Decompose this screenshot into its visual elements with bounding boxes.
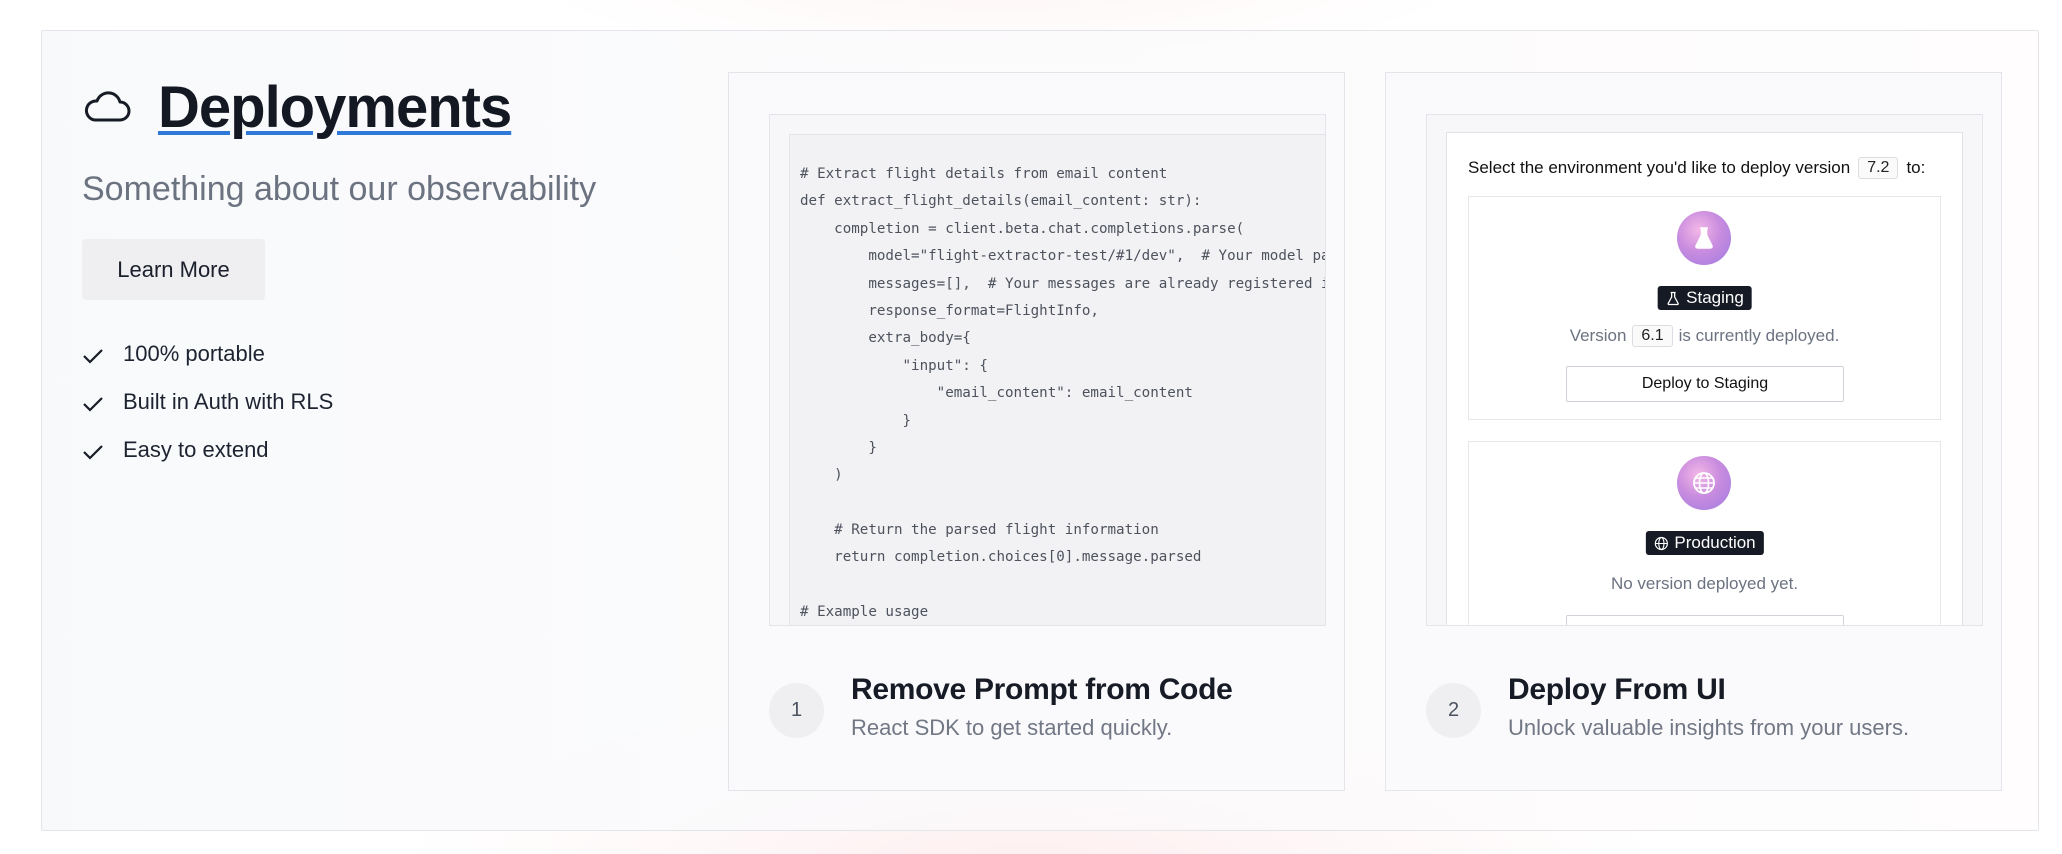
card-title: Deploy From UI: [1508, 673, 1726, 706]
code-line: messages=[], # Your messages are already…: [868, 275, 1325, 292]
code-line: ): [800, 467, 843, 484]
flask-icon: [1695, 227, 1713, 249]
code-line: def extract_flight_details(email_content…: [800, 193, 1202, 210]
production-status: No version deployed yet.: [1610, 574, 1799, 593]
status-text: Version: [1569, 326, 1627, 345]
production-badge-label: Production: [1674, 533, 1756, 552]
status-text: is currently deployed.: [1678, 326, 1840, 345]
feature-item: 100% portable: [82, 330, 682, 378]
globe-icon: [1693, 472, 1715, 494]
feature-list: 100% portable Built in Auth with RLS Eas…: [82, 330, 682, 474]
learn-more-button[interactable]: Learn More: [82, 239, 265, 300]
deploy-prompt-suffix: to:: [1906, 158, 1926, 177]
card-subtitle: Unlock valuable insights from your users…: [1508, 715, 1910, 740]
code-line: "email_content": email_content: [800, 385, 1193, 402]
hero: Deployments Something about our observab…: [82, 72, 682, 474]
production-avatar: [1677, 456, 1731, 510]
deploy-preview: Select the environment you'd like to dep…: [1426, 114, 1983, 626]
code-line: "input": {: [800, 357, 988, 374]
check-icon: [82, 441, 104, 460]
environment-staging: Staging Version 6.1 is currently deploye…: [1468, 196, 1941, 420]
deploy-prompt: Select the environment you'd like to dep…: [1468, 157, 1925, 179]
feature-label: Easy to extend: [123, 437, 269, 462]
cloud-icon: [82, 87, 132, 127]
card-subtitle: React SDK to get started quickly.: [851, 715, 1173, 740]
feature-item: Built in Auth with RLS: [82, 378, 682, 426]
code-line: }: [800, 439, 877, 456]
step-number: 1: [769, 683, 824, 738]
title-row: Deployments: [82, 72, 682, 142]
card-text: Deploy From UI Unlock valuable insights …: [1508, 673, 1909, 741]
feature-label: 100% portable: [123, 341, 265, 366]
code-line: return completion.choices[0].message.par…: [800, 549, 1202, 566]
code-line: response_format=FlightInfo,: [800, 302, 1099, 319]
code-line: model="flight-extractor-test/#1/dev", # …: [868, 248, 1325, 265]
deploy-to-production-button[interactable]: Deploy to Production: [1566, 615, 1844, 625]
code-line: # Return the parsed flight information: [800, 522, 1159, 539]
card-remove-prompt: # Extract flight details from email cont…: [728, 72, 1345, 791]
globe-icon: [1653, 536, 1668, 551]
deployed-version-chip: 6.1: [1632, 325, 1673, 347]
code-line: extra_body={: [800, 330, 971, 347]
code-block: # Extract flight details from email cont…: [789, 134, 1325, 625]
feature-item: Easy to extend: [82, 426, 682, 474]
staging-badge-label: Staging: [1686, 288, 1744, 307]
card-text: Remove Prompt from Code React SDK to get…: [851, 673, 1233, 741]
environment-production: Production No version deployed yet. Depl…: [1468, 441, 1941, 625]
feature-label: Built in Auth with RLS: [123, 389, 334, 414]
page-title[interactable]: Deployments: [158, 74, 512, 141]
staging-avatar: [1677, 211, 1731, 265]
card-title: Remove Prompt from Code: [851, 673, 1233, 706]
card-footer: 1 Remove Prompt from Code React SDK to g…: [769, 673, 1233, 741]
flask-icon: [1665, 291, 1680, 306]
step-number: 2: [1426, 683, 1481, 738]
code-line: completion = client.beta.chat.completion…: [800, 220, 1245, 237]
card-footer: 2 Deploy From UI Unlock valuable insight…: [1426, 673, 1909, 741]
code-preview: # Extract flight details from email cont…: [769, 114, 1326, 626]
staging-status: Version 6.1 is currently deployed.: [1469, 325, 1940, 347]
code-line: # Extract flight details from email cont…: [800, 166, 1168, 182]
check-icon: [82, 345, 104, 364]
code-line: # Example usage: [800, 604, 929, 621]
check-icon: [82, 393, 104, 412]
staging-badge: Staging: [1657, 286, 1752, 310]
card-deploy-ui: Select the environment you'd like to dep…: [1385, 72, 2002, 791]
version-chip: 7.2: [1858, 157, 1899, 179]
deploy-prompt-text: Select the environment you'd like to dep…: [1468, 158, 1851, 177]
deploy-panel: Select the environment you'd like to dep…: [1446, 132, 1963, 625]
deploy-to-staging-button[interactable]: Deploy to Staging: [1566, 366, 1844, 402]
code-line: }: [800, 412, 912, 429]
production-badge: Production: [1645, 531, 1764, 555]
page-subtitle: Something about our observability: [82, 170, 597, 208]
